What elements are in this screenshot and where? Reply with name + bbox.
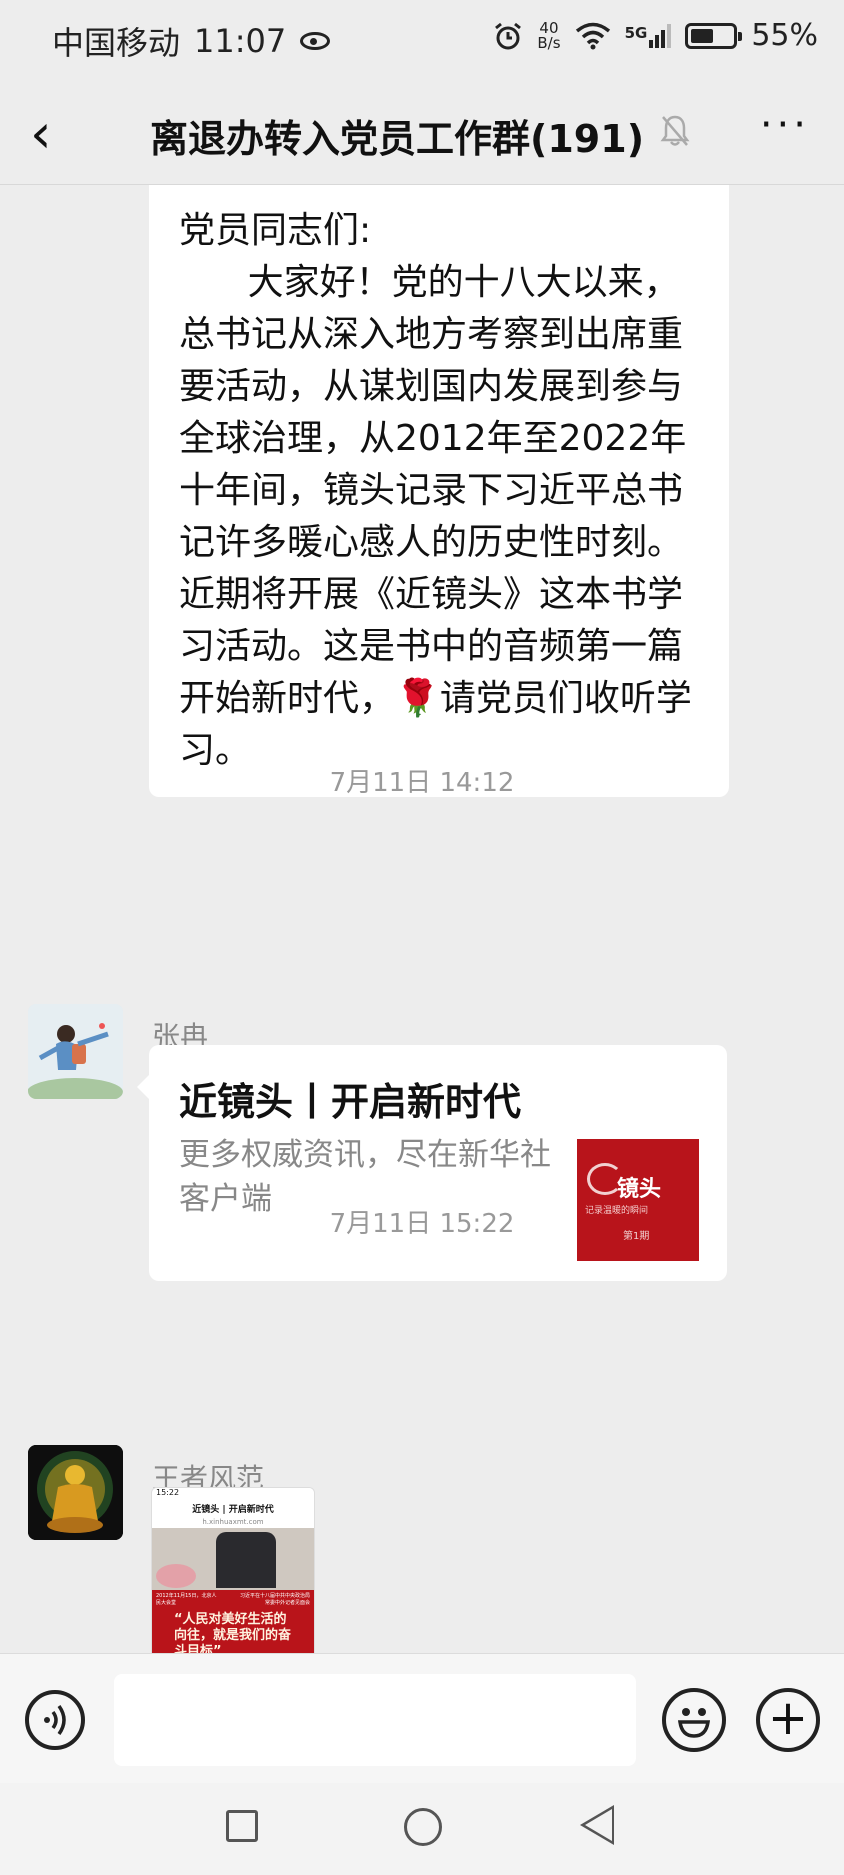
voice-icon[interactable] (25, 1690, 85, 1750)
status-left: 中国移动 11:07 (52, 18, 331, 64)
net-speed: 40 B/s (537, 20, 561, 52)
home-button[interactable] (404, 1808, 442, 1846)
thumb-title: 镜头 (617, 1177, 662, 1202)
link-thumbnail: 镜头 记录温暖的瞬间 第1期 (577, 1139, 699, 1261)
timestamp: 7月11日 15:22 (329, 1209, 515, 1239)
eye-icon (300, 32, 331, 50)
back-button[interactable]: ‹ (30, 104, 52, 164)
battery-percent: 55% (751, 18, 818, 53)
alarm-icon (495, 22, 522, 49)
link-card[interactable]: 近镜头丨开启新时代 更多权威资讯，尽在新华社客户端 镜头 记录温暖的瞬间 第1期 (137, 1045, 727, 1281)
carrier-label: 中国移动 (52, 24, 181, 62)
chat-header: ‹ 离退办转入党员工作群(191) ··· (0, 84, 844, 185)
image-article-url: h.xinhuaxmt.com (152, 1518, 314, 1528)
image-status-bar: 15:22 (152, 1488, 314, 1502)
mute-icon (660, 114, 690, 156)
image-message[interactable]: 15:22 近镜头 | 开启新时代 h.xinhuaxmt.com 2012年1… (151, 1487, 315, 1653)
image-caption-left: 2012年11月15日，北京人民大会堂 (156, 1593, 217, 1606)
plus-icon[interactable]: + (756, 1688, 820, 1752)
timestamp: 7月11日 14:12 (329, 768, 515, 798)
image-caption-right: 习近平在十八届中共中央政治局常委中外记者见面会 (240, 1593, 311, 1606)
battery-icon (685, 22, 743, 49)
battery-fill (691, 28, 714, 43)
system-nav-bar (0, 1783, 844, 1875)
avatar-wangzhefengfan[interactable] (28, 1445, 123, 1540)
signal-icon: 5G (624, 23, 672, 48)
more-options-button[interactable]: ··· (760, 102, 810, 148)
signal-label: 5G (624, 23, 648, 42)
chat-title: 离退办转入党员工作群(191) (150, 117, 645, 161)
net-speed-unit: B/s (537, 33, 561, 52)
system-back-button[interactable] (580, 1805, 614, 1845)
avatar-zhangran[interactable] (28, 1004, 123, 1099)
image-quote: “人民对美好生活的向往，就是我们的奋斗目标” (174, 1612, 292, 1653)
image-photo (152, 1528, 314, 1590)
message-list[interactable]: 党员同志们: 大家好！党的十八大以来，总书记从深入地方考察到出席重要活动，从谋划… (0, 185, 844, 1653)
link-title: 近镜头丨开启新时代 (179, 1080, 522, 1124)
message-input[interactable] (114, 1674, 636, 1766)
wifi-icon (575, 22, 610, 49)
status-bar: 中国移动 11:07 40 B/s 5G 55% (0, 0, 844, 84)
image-red-banner: 2012年11月15日，北京人民大会堂 习近平在十八届中共中央政治局常委中外记者… (152, 1590, 314, 1653)
image-article-title: 近镜头 | 开启新时代 (152, 1502, 314, 1518)
recent-apps-button[interactable] (226, 1810, 258, 1842)
status-right: 40 B/s 5G 55% (493, 18, 818, 53)
clock: 11:07 (194, 22, 287, 60)
input-bar: + (0, 1653, 844, 1784)
emoji-icon[interactable] (662, 1688, 726, 1752)
notice-message-bubble[interactable]: 党员同志们: 大家好！党的十八大以来，总书记从深入地方考察到出席重要活动，从谋划… (149, 185, 729, 797)
